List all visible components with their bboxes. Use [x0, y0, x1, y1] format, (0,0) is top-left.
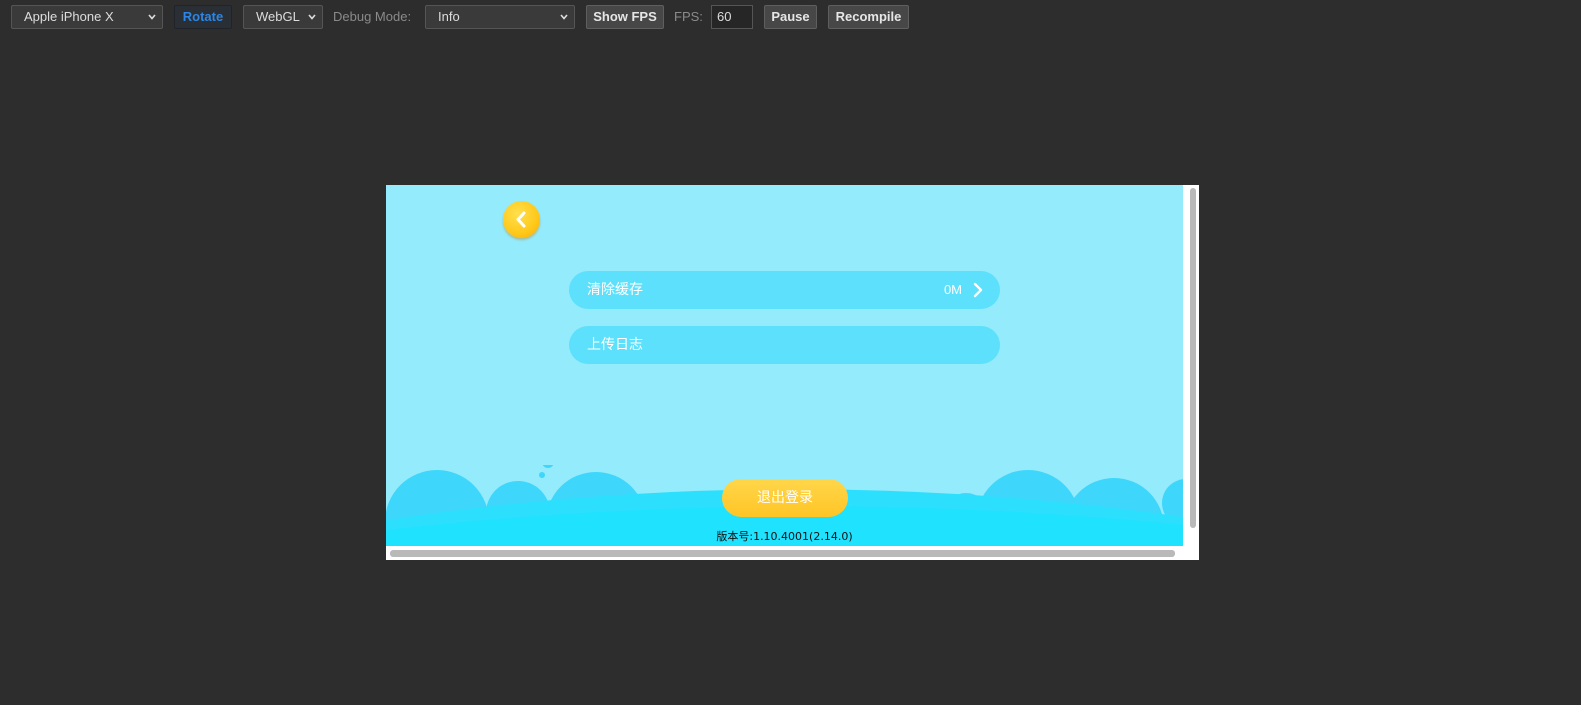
show-fps-button[interactable]: Show FPS: [586, 5, 664, 29]
chevron-left-icon: [516, 211, 526, 228]
horizontal-scrollbar[interactable]: [390, 550, 1175, 557]
game-canvas[interactable]: 清除缓存 0M 上传日志 退出登录 版本号:1.10.4001(2.14.0): [386, 185, 1183, 546]
clear-cache-row[interactable]: 清除缓存 0M: [569, 271, 1000, 309]
device-frame: 清除缓存 0M 上传日志 退出登录 版本号:1.10.4001(2.14.0): [386, 185, 1199, 560]
renderer-select-value: WebGL: [256, 9, 300, 24]
debug-mode-select-value: Info: [438, 9, 460, 24]
clear-cache-label: 清除缓存: [587, 282, 643, 298]
cache-size-value: 0M: [943, 282, 962, 297]
logout-button[interactable]: 退出登录: [722, 479, 848, 517]
upload-log-label: 上传日志: [587, 337, 643, 353]
chevron-down-icon: [560, 14, 568, 20]
fps-input[interactable]: 60: [711, 5, 753, 29]
preview-toolbar: Apple iPhone X Rotate WebGL Debug Mode: …: [0, 0, 1581, 36]
chevron-down-icon: [308, 14, 316, 20]
debug-mode-select[interactable]: Info: [425, 5, 575, 29]
chevron-down-icon: [148, 14, 156, 20]
rotate-button[interactable]: Rotate: [174, 5, 232, 29]
recompile-button[interactable]: Recompile: [828, 5, 909, 29]
version-text: 版本号:1.10.4001(2.14.0): [716, 530, 853, 543]
vertical-scrollbar[interactable]: [1190, 188, 1196, 528]
renderer-select[interactable]: WebGL: [243, 5, 323, 29]
chevron-right-icon: [973, 282, 983, 298]
pause-button[interactable]: Pause: [764, 5, 817, 29]
device-select[interactable]: Apple iPhone X: [11, 5, 163, 29]
fps-label: FPS:: [674, 9, 703, 24]
device-select-value: Apple iPhone X: [24, 9, 114, 24]
back-button[interactable]: [503, 201, 540, 238]
upload-log-row[interactable]: 上传日志: [569, 326, 1000, 364]
debug-mode-label: Debug Mode:: [333, 9, 412, 24]
